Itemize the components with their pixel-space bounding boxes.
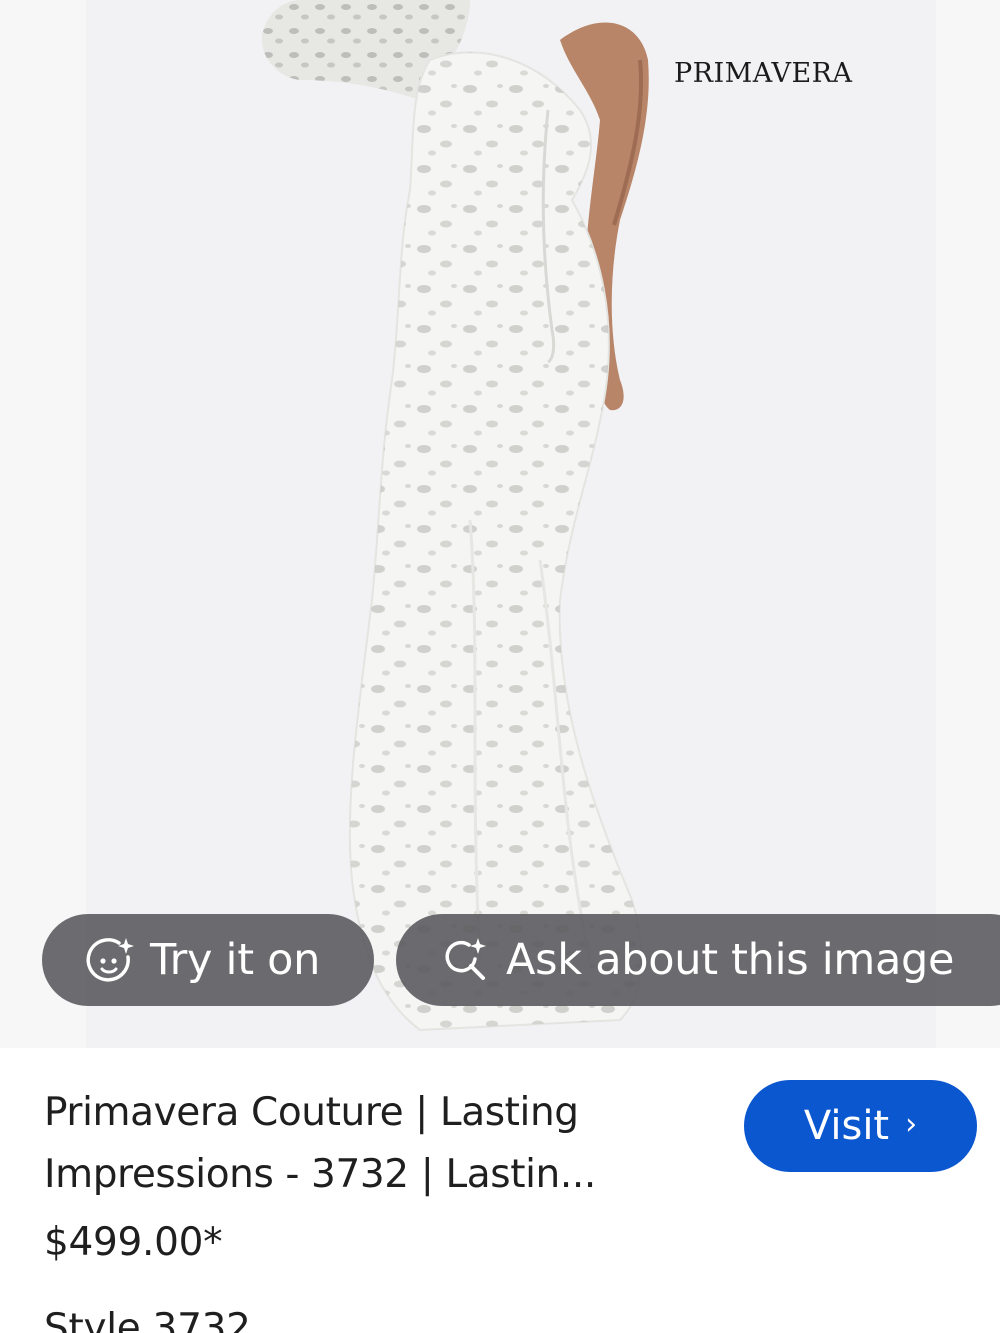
ask-about-image-label: Ask about this image [506,935,955,985]
product-info: Primavera Couture | Lasting Impressions … [0,1048,1000,1333]
face-sparkle-icon [84,934,136,986]
product-image[interactable]: PRIMAVERA Try it on Ask about this image [0,0,1000,1048]
product-title-line2: Impressions - 3732 | Lastin... [44,1152,596,1197]
visit-button[interactable]: Visit › [744,1080,977,1172]
ask-about-image-button[interactable]: Ask about this image [396,914,1000,1006]
search-sparkle-icon [440,934,492,986]
chevron-right-icon: › [905,1106,918,1142]
dress-photo [262,0,649,1032]
product-title-line1: Primavera Couture | Lasting [44,1090,579,1135]
visit-label: Visit [803,1103,890,1149]
lens-result-page: PRIMAVERA Try it on Ask about this image… [0,0,1000,1333]
product-price: $499.00* [44,1220,223,1265]
product-title[interactable]: Primavera Couture | Lasting Impressions … [44,1082,694,1206]
try-it-on-label: Try it on [150,935,321,985]
try-it-on-button[interactable]: Try it on [42,914,374,1006]
brand-logo: PRIMAVERA [674,58,853,89]
product-style: Style 3732 [44,1306,251,1333]
